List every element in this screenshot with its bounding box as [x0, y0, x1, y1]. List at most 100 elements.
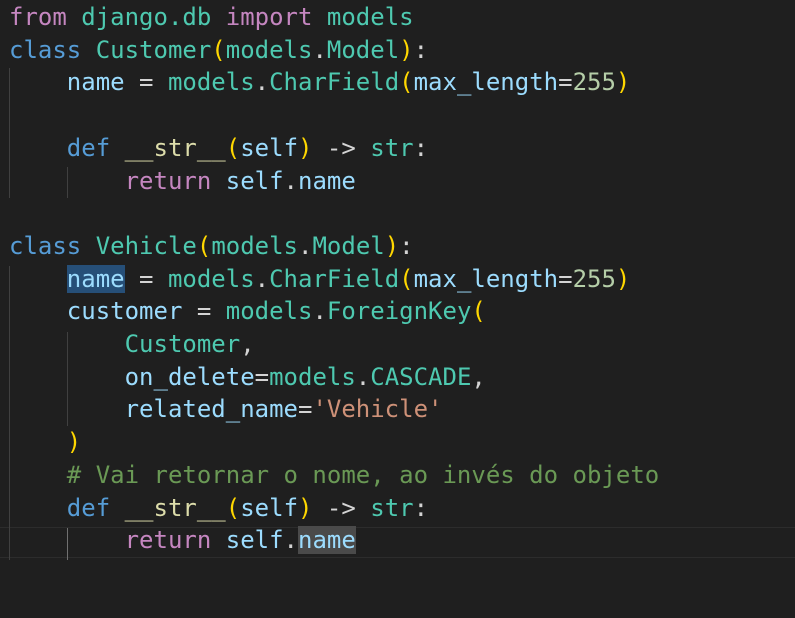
- code-line[interactable]: Customer,: [9, 328, 255, 361]
- code-token: ): [66, 428, 82, 457]
- code-editor[interactable]: from django.db import models class Custom…: [0, 0, 795, 618]
- code-token: name: [66, 68, 125, 97]
- code-token: ,: [471, 362, 486, 391]
- code-token: :: [413, 493, 429, 522]
- code-token: =: [124, 264, 168, 293]
- code-token: name: [298, 166, 356, 195]
- code-token: return: [124, 166, 212, 195]
- code-token: from: [9, 3, 67, 31]
- code-token: customer: [66, 297, 183, 326]
- code-line[interactable]: from django.db import models: [9, 1, 414, 34]
- code-token: Customer: [95, 35, 212, 64]
- code-token: models: [225, 35, 313, 64]
- code-line[interactable]: return self.name: [9, 165, 356, 198]
- code-token: CASCADE: [370, 362, 472, 391]
- code-line[interactable]: def __str__(self) -> str:: [9, 132, 428, 165]
- code-token: self: [225, 166, 284, 195]
- code-token: max_length: [413, 68, 559, 97]
- code-token: # Vai retornar o nome, ao invés do objet…: [66, 460, 660, 489]
- code-token: 255: [572, 68, 616, 97]
- code-token: .: [283, 166, 298, 195]
- code-token: Model: [326, 35, 400, 64]
- code-line[interactable]: name = models.CharField(max_length=255): [9, 66, 631, 99]
- code-token: 255: [572, 264, 616, 293]
- code-token: .: [298, 231, 313, 260]
- code-token: str: [370, 133, 414, 162]
- code-token: .: [254, 264, 270, 293]
- code-token: import: [225, 3, 313, 31]
- code-token: :: [413, 133, 429, 162]
- code-token: ): [615, 264, 631, 293]
- code-token: :: [413, 35, 429, 64]
- code-token: .: [254, 68, 270, 97]
- code-token: ): [615, 68, 631, 97]
- code-token: CharField: [269, 264, 400, 293]
- code-token: ,: [240, 330, 255, 358]
- code-token: (: [225, 493, 241, 522]
- code-line[interactable]: def __str__(self) -> str:: [9, 492, 428, 525]
- code-token: 'Vehicle': [312, 395, 443, 424]
- code-token: ->: [312, 493, 371, 522]
- code-line[interactable]: ): [9, 426, 81, 459]
- code-token: return: [124, 526, 212, 555]
- code-line[interactable]: return self.name: [9, 524, 356, 557]
- code-line[interactable]: # Vai retornar o nome, ao invés do objet…: [9, 459, 659, 492]
- code-token: (: [471, 297, 486, 326]
- code-token: __str__: [124, 133, 226, 162]
- code-token: ): [384, 231, 400, 260]
- code-token: =: [124, 68, 168, 97]
- code-token: max_length: [413, 264, 559, 293]
- code-token: def: [66, 493, 111, 522]
- code-token: name: [66, 264, 125, 293]
- code-line[interactable]: class Customer(models.Model):: [9, 34, 428, 67]
- code-token: Customer: [124, 330, 241, 358]
- code-token: (: [399, 68, 414, 97]
- code-token: (: [211, 35, 226, 64]
- code-token: Model: [312, 231, 385, 260]
- code-token: models: [167, 68, 255, 97]
- code-line[interactable]: name = models.CharField(max_length=255): [9, 263, 630, 296]
- code-token: (: [196, 231, 212, 260]
- code-token: .: [312, 35, 327, 64]
- code-token: =: [558, 68, 573, 97]
- code-token: .: [355, 362, 371, 391]
- code-token: Vehicle: [95, 231, 197, 260]
- code-token: django.db: [81, 3, 212, 31]
- code-token: ): [399, 35, 414, 64]
- code-token: .: [312, 297, 327, 326]
- code-token: self: [240, 133, 299, 162]
- code-token: name: [298, 526, 356, 555]
- code-token: CharField: [269, 68, 400, 97]
- code-token: models: [269, 362, 356, 391]
- code-token: class: [9, 35, 82, 64]
- code-token: (: [399, 264, 414, 293]
- code-token: models: [167, 264, 255, 293]
- code-line[interactable]: on_delete=models.CASCADE,: [9, 361, 486, 394]
- code-line[interactable]: class Vehicle(models.Model):: [9, 230, 414, 263]
- code-token: related_name: [124, 395, 298, 424]
- code-token: self: [225, 526, 284, 555]
- code-line[interactable]: customer = models.ForeignKey(: [9, 295, 486, 328]
- code-token: ): [298, 493, 313, 522]
- code-token: ForeignKey: [326, 297, 472, 326]
- code-line[interactable]: related_name='Vehicle': [9, 393, 443, 426]
- code-token: class: [9, 231, 82, 260]
- code-token: on_delete: [124, 362, 255, 391]
